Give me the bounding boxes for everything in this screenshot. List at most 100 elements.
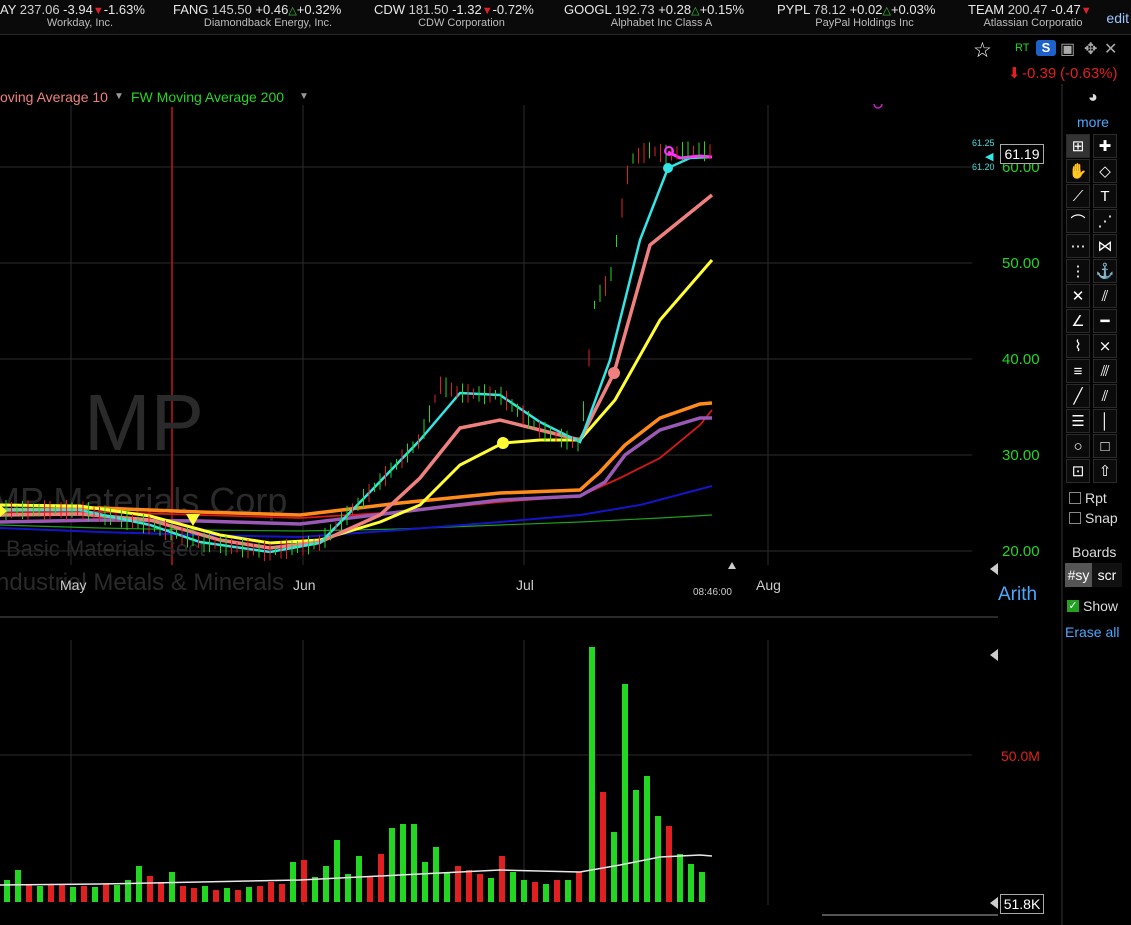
volume-bar[interactable]	[510, 872, 516, 902]
volume-bar[interactable]	[301, 860, 307, 902]
volume-bar[interactable]	[246, 887, 252, 902]
checkbox-box[interactable]	[1069, 512, 1081, 524]
line-icon[interactable]: ⟋	[1066, 184, 1090, 208]
volume-bar[interactable]	[600, 792, 606, 902]
volume-bar[interactable]	[367, 876, 373, 902]
volume-bar[interactable]	[26, 884, 32, 902]
snap-checkbox[interactable]: Snap	[1069, 510, 1118, 526]
x-lines-icon[interactable]: ✕	[1066, 284, 1090, 308]
gann-icon[interactable]: ⨯	[1093, 334, 1117, 358]
eraser-icon[interactable]: ◇	[1093, 159, 1117, 183]
volume-bars[interactable]	[4, 647, 705, 902]
volume-bar[interactable]	[334, 840, 340, 902]
channel-icon[interactable]: ⫻	[1093, 359, 1117, 383]
volume-bar[interactable]	[644, 776, 650, 902]
time-marker-icon[interactable]	[728, 562, 736, 569]
erase-all-link[interactable]: Erase all	[1065, 624, 1119, 640]
hand-icon[interactable]: ✋	[1066, 159, 1090, 183]
ticker-item[interactable]: GOOGL 192.73 +0.28△+0.15% Alphabet Inc C…	[564, 3, 759, 29]
volume-bar[interactable]	[532, 882, 538, 902]
volume-bar[interactable]	[589, 647, 595, 902]
save-icon[interactable]: ▣	[1060, 39, 1075, 59]
volume-bar[interactable]	[290, 862, 296, 902]
volume-bar[interactable]	[378, 854, 384, 902]
arrow-up-icon[interactable]: ⇧	[1093, 459, 1117, 483]
volume-bar[interactable]	[180, 886, 186, 902]
square-icon[interactable]: □	[1093, 434, 1117, 458]
volume-bar[interactable]	[158, 882, 164, 902]
hdash-icon[interactable]: ☰	[1066, 409, 1090, 433]
zigzag-icon[interactable]: ⌇	[1066, 334, 1090, 358]
volume-bar[interactable]	[688, 864, 694, 902]
vline-icon[interactable]: │	[1093, 409, 1117, 433]
ticker-item[interactable]: PYPL 78.12 +0.02△+0.03% PayPal Holdings …	[777, 3, 952, 29]
volume-bar[interactable]	[59, 884, 65, 902]
volume-bar[interactable]	[191, 888, 197, 902]
volume-bar[interactable]	[422, 862, 428, 902]
rpt-checkbox[interactable]: Rpt	[1069, 490, 1107, 506]
ticker-item[interactable]: FANG 145.50 +0.46△+0.32% Diamondback Ene…	[173, 3, 363, 29]
move-icon[interactable]: ✥	[1084, 39, 1097, 59]
volume-bar[interactable]	[554, 880, 560, 902]
ma200-label[interactable]: FW Moving Average 200	[131, 89, 284, 105]
hline-icon[interactable]: ━	[1093, 309, 1117, 333]
arith-scale-toggle[interactable]: Arith	[998, 584, 1037, 606]
volume-bar[interactable]	[257, 886, 263, 902]
volume-bar[interactable]	[213, 890, 219, 902]
volume-bar[interactable]	[466, 870, 472, 902]
volume-bar[interactable]	[235, 890, 241, 902]
chart-canvas[interactable]: MP MP Materials Corp Basic Materials Sec…	[0, 34, 1131, 925]
volume-bar[interactable]	[411, 824, 417, 902]
fib-icon[interactable]: ⋈	[1093, 234, 1117, 258]
s-badge-button[interactable]: S	[1036, 40, 1056, 56]
chevron-down-icon[interactable]: ▼	[299, 91, 309, 102]
ma-line-magenta[interactable]	[667, 150, 713, 160]
volume-bar[interactable]	[356, 856, 362, 902]
volume-bar[interactable]	[677, 854, 683, 902]
dots-grid-icon[interactable]: ⋯	[1066, 234, 1090, 258]
diag-double-icon[interactable]: ⫽	[1093, 384, 1117, 408]
checkbox-box[interactable]	[1069, 492, 1081, 504]
volume-bar[interactable]	[279, 884, 285, 902]
volume-bar[interactable]	[488, 878, 494, 902]
cross-marker-dot[interactable]	[497, 437, 509, 449]
volume-bar[interactable]	[114, 885, 120, 902]
scroll-right-icon[interactable]	[990, 649, 998, 661]
volume-bar[interactable]	[92, 887, 98, 902]
volume-bar[interactable]	[312, 877, 318, 902]
more-link[interactable]: more	[1077, 114, 1109, 130]
volume-bar[interactable]	[576, 872, 582, 902]
volume-bar[interactable]	[147, 876, 153, 902]
volume-bar[interactable]	[70, 887, 76, 902]
arc-icon[interactable]: ⌒	[1066, 209, 1090, 233]
palette-icon[interactable]: ◕	[1088, 89, 1098, 107]
parallel-icon[interactable]: ⫽	[1093, 284, 1117, 308]
volume-bar[interactable]	[444, 872, 450, 902]
vdots-icon[interactable]: ⋮	[1066, 259, 1090, 283]
tab-symbol[interactable]: #sy	[1065, 563, 1092, 587]
volume-bar[interactable]	[521, 880, 527, 902]
volume-bar[interactable]	[400, 824, 406, 902]
volume-bar[interactable]	[202, 886, 208, 902]
circle-icon[interactable]: ○	[1066, 434, 1090, 458]
ticker-item[interactable]: CDW 181.50 -1.32▼-0.72% CDW Corporation	[374, 3, 549, 29]
volume-bar[interactable]	[224, 888, 230, 902]
volume-bar[interactable]	[4, 880, 10, 902]
volume-bar[interactable]	[633, 790, 639, 902]
volume-bar[interactable]	[389, 828, 395, 902]
edit-link[interactable]: edit	[1106, 10, 1129, 26]
volume-bar[interactable]	[655, 816, 661, 902]
volume-bar[interactable]	[48, 885, 54, 902]
volume-bar[interactable]	[433, 847, 439, 902]
cross-marker-dot[interactable]	[608, 367, 620, 379]
boards-label[interactable]: Boards	[1072, 544, 1116, 560]
volume-bar[interactable]	[499, 856, 505, 902]
volume-bar[interactable]	[323, 866, 329, 902]
scroll-right-icon[interactable]	[990, 563, 998, 575]
scroll-right-icon[interactable]	[990, 897, 998, 909]
volume-bar[interactable]	[37, 886, 43, 902]
volume-bar[interactable]	[477, 874, 483, 902]
ma10-label[interactable]: oving Average 10	[0, 89, 108, 105]
ticker-item[interactable]: AY 237.06 -3.94▼-1.63% Workday, Inc.	[0, 3, 160, 29]
fan-icon[interactable]: ⋰	[1093, 209, 1117, 233]
